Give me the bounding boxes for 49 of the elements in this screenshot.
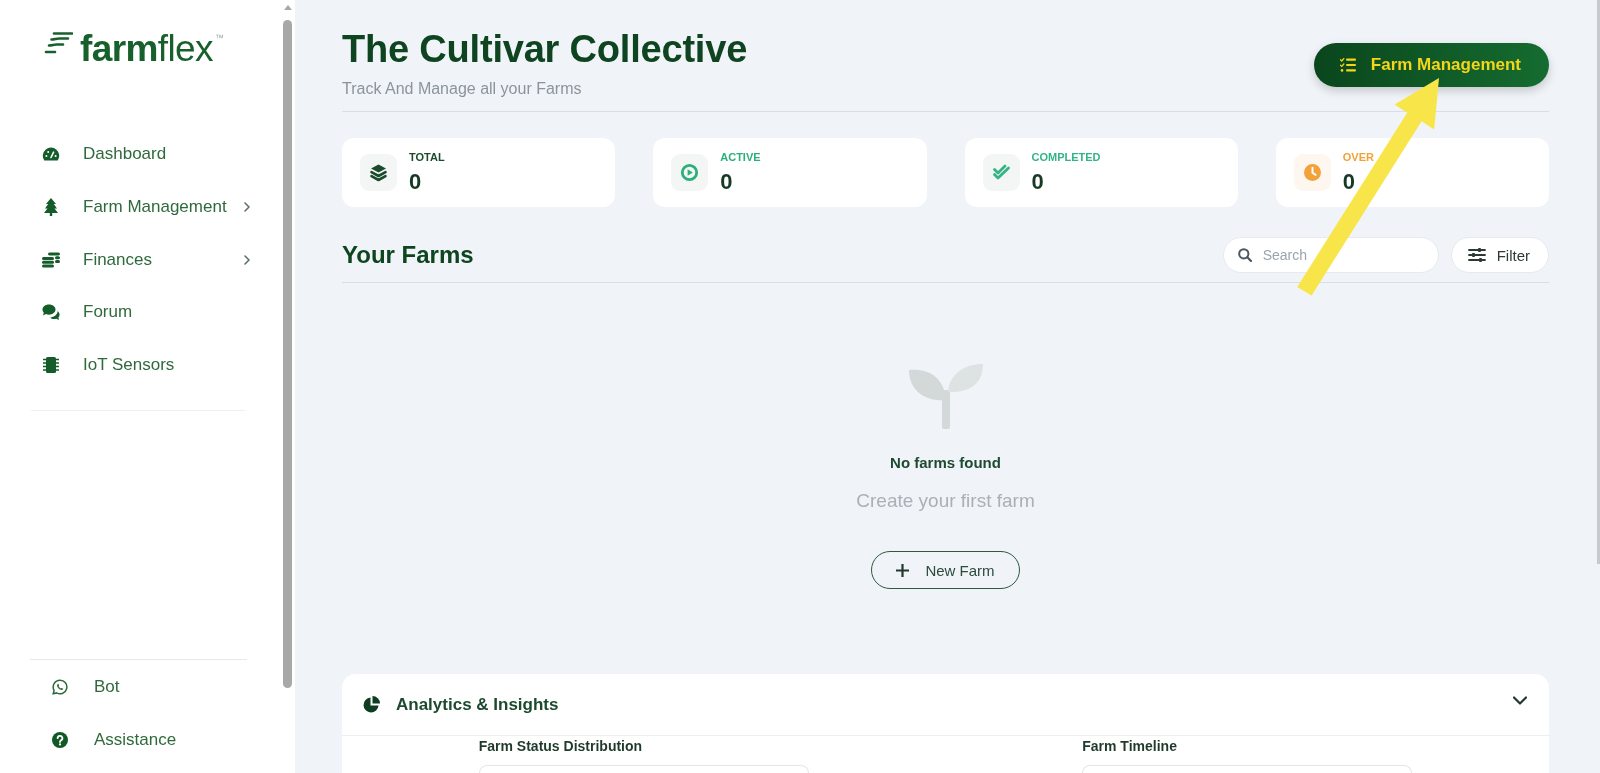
chevron-down-icon[interactable] [1513,696,1527,705]
farm-management-button[interactable]: Farm Management [1313,43,1549,87]
sprout-icon [906,362,985,429]
stat-value: 0 [1342,168,1356,195]
plus-icon [896,563,910,577]
page-title: The Cultivar Collective [342,29,748,69]
search-icon [1237,248,1252,262]
section-title: Your Farms [342,240,475,270]
stat-label: ACTIVE [720,150,761,164]
pie-chart-icon [363,696,380,713]
nav-item[interactable]: Dashboard [41,134,250,174]
scrollbar-thumb[interactable] [1597,0,1600,564]
gauge-icon [42,147,60,161]
empty-title: No farms found [890,453,1001,473]
scroll-up-icon[interactable] [283,5,292,10]
logo-icon [43,31,73,55]
logo-text: farmflex$^{™}$ [80,26,224,66]
play-icon [671,154,709,191]
sliders-icon [1467,248,1486,262]
scrollbar-thumb[interactable] [283,20,292,688]
filter-button[interactable]: Filter [1450,237,1549,273]
stat-value: 0 [720,168,734,195]
empty-message: Create your first farm [856,489,1035,513]
nav-item[interactable]: Finances [41,239,250,280]
double-check-icon [982,154,1020,191]
stat-label: TOTAL [409,150,445,164]
layers-icon [360,154,397,191]
chart-title: Farm Timeline [1082,737,1178,755]
chart-title: Farm Status Distribution [478,737,644,755]
chat-bubbles-icon [41,304,61,321]
nav-item[interactable]: Forum [41,292,250,333]
clock-icon [1293,154,1331,191]
stat-value: 0 [1031,168,1045,195]
tree-icon [44,197,58,216]
chip-icon [43,356,59,374]
chat-icon [52,679,68,695]
coins-icon [42,251,60,268]
help-icon [52,732,68,748]
nav-item[interactable]: Assistance [51,720,231,760]
nav-item[interactable]: Farm Management [41,186,250,227]
nav-item[interactable]: IoT Sensors [41,345,250,385]
stat-label: OVER [1342,150,1374,164]
search-field[interactable]: Search [1222,237,1439,273]
checklist-icon [1339,58,1356,72]
page-subtitle: Track And Manage all your Farms [342,79,583,99]
stat-label: COMPLETED [1031,150,1101,164]
stat-value: 0 [409,168,423,195]
section-title: Analytics & Insights [396,694,560,715]
nav-item[interactable]: Bot [51,667,231,707]
